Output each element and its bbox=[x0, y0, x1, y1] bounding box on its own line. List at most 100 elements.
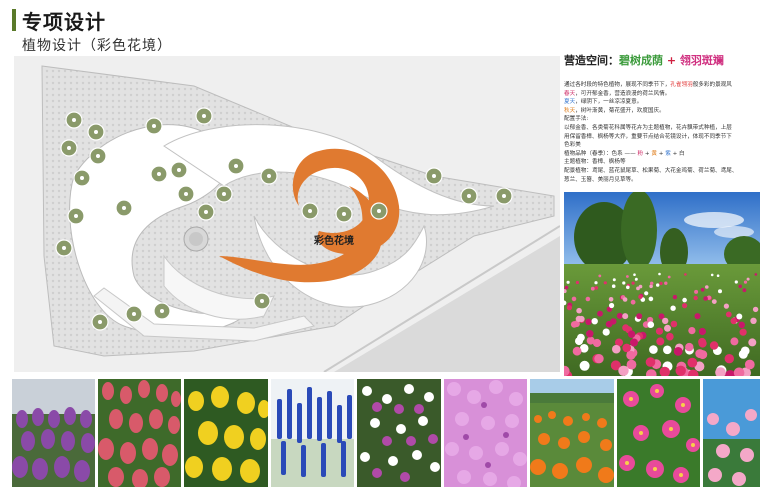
cosmos-flower bbox=[670, 305, 676, 311]
cosmos-flower bbox=[667, 275, 671, 279]
cosmos-flower bbox=[575, 315, 582, 322]
caption-plus: + bbox=[663, 54, 680, 67]
cosmos-flower bbox=[612, 344, 621, 354]
cosmos-flower bbox=[662, 317, 669, 325]
cosmos-flower bbox=[673, 347, 683, 356]
page-subtitle: 植物设计（彩色花境） bbox=[22, 38, 172, 54]
caption-body: 通过各时段的特色植物，展现不同季节下，孔雀翎羽般多彩的景观风 春天，可开郁金香，营… bbox=[564, 81, 760, 184]
cosmos-flower bbox=[610, 318, 617, 325]
cosmos-flower bbox=[575, 280, 579, 285]
cosmos-flower bbox=[687, 357, 698, 368]
caption-line: 植物品种（春季）：色系 —— 粉 + 黄 + 紫 + 白 bbox=[564, 150, 760, 159]
caption-lead: 营造空间： bbox=[564, 54, 619, 67]
cosmos-flower bbox=[656, 283, 660, 287]
pink-tulip-photo bbox=[98, 379, 181, 487]
cosmos-flower bbox=[718, 289, 722, 294]
cosmos-flower bbox=[658, 272, 661, 276]
cosmos-flower bbox=[648, 296, 654, 302]
cosmos-flower bbox=[750, 317, 757, 324]
caption-line: 以郁金香、各类菊花科属等花卉为主题植物，花卉飘带式种植，上层 bbox=[564, 124, 760, 133]
cosmos-flower bbox=[675, 365, 686, 376]
caption-line: 葱兰、玉簪、美丽月见草等。 bbox=[564, 176, 760, 185]
cosmos-flower bbox=[636, 286, 640, 291]
cosmos-flower bbox=[666, 332, 674, 341]
caption-run: 通过各时段的特色植物，展现不同季节下， bbox=[564, 82, 671, 88]
caption-line: 配景植物：鸢尾、蓝花鼠尾草、松果菊、大花金鸡菊、荷兰菊、鸢尾、 bbox=[564, 167, 760, 176]
cosmos-flower bbox=[627, 330, 636, 338]
cosmos-flower bbox=[636, 313, 643, 320]
caption-run: 配景植物：鸢尾、蓝花鼠尾草、松果菊、大花金鸡菊、荷兰菊、鸢尾、 bbox=[564, 167, 738, 174]
cosmos-flower bbox=[743, 280, 748, 284]
cosmos-meadow-photo bbox=[564, 192, 760, 376]
cosmos-flower bbox=[742, 288, 747, 293]
cosmos-flower bbox=[725, 311, 732, 318]
cosmos-flower bbox=[630, 299, 636, 305]
cosmos-flower bbox=[577, 333, 585, 342]
cosmos-flower bbox=[564, 285, 569, 290]
cosmos-flower bbox=[594, 354, 604, 364]
cosmos-flower bbox=[594, 281, 598, 285]
caption-run: 般多彩的景观风 bbox=[692, 82, 732, 88]
cosmos-flower bbox=[752, 306, 759, 313]
cosmos-flower bbox=[700, 287, 705, 292]
cosmos-flower bbox=[682, 303, 688, 309]
cosmos-flower bbox=[656, 337, 665, 346]
cosmos-flower bbox=[703, 296, 708, 301]
pink-flower-photo bbox=[617, 379, 700, 487]
cosmos-flower bbox=[594, 286, 599, 290]
cosmos-flower bbox=[622, 297, 628, 302]
caption-line: 秋天，树叶渐黄，菊花盛开，欢度国庆。 bbox=[564, 107, 760, 116]
cosmos-flower bbox=[602, 328, 610, 336]
cosmos-flower bbox=[572, 346, 582, 356]
cosmos-flower bbox=[744, 359, 755, 370]
caption-run: ，绿阴下，一丝凉凉夏意。 bbox=[575, 99, 643, 106]
caption-run: ，树叶渐黄，菊花盛开，欢度国庆。 bbox=[575, 107, 665, 114]
cosmos-flower bbox=[710, 273, 714, 277]
cosmos-flower bbox=[684, 273, 687, 276]
cosmos-flower bbox=[603, 281, 607, 285]
caption-run: 春天 bbox=[564, 90, 576, 97]
cosmos-flower bbox=[711, 299, 717, 304]
caption-line: 色彩美 bbox=[564, 141, 760, 150]
caption-line: 通过各时段的特色植物，展现不同季节下，孔雀翎羽般多彩的景观风 bbox=[564, 81, 760, 90]
cosmos-flower bbox=[591, 318, 598, 325]
cosmos-flower bbox=[626, 285, 630, 290]
cosmos-flower bbox=[647, 321, 655, 328]
cosmos-flower bbox=[579, 360, 590, 371]
yellow-tulip-photo bbox=[184, 379, 268, 487]
cosmos-flower bbox=[664, 281, 668, 285]
cosmos-flower bbox=[738, 284, 742, 289]
cosmos-flower bbox=[609, 302, 615, 309]
cosmos-flower bbox=[622, 281, 626, 285]
caption-theme-b: 翎羽斑斓 bbox=[679, 54, 724, 67]
cosmos-flower bbox=[592, 338, 602, 348]
cosmos-flower bbox=[740, 346, 750, 356]
cosmos-flower bbox=[626, 359, 637, 370]
cosmos-flower bbox=[598, 274, 602, 278]
pink-blossom-sky-photo bbox=[703, 379, 760, 487]
caption-line: 用保留香樟、枫杨等大乔，重要节点结合花镜设计，体现不同季节下 bbox=[564, 133, 760, 142]
caption-line: 春天，可开郁金香，营造浪漫的荷兰风情。 bbox=[564, 90, 760, 99]
phlox-white-purple-photo bbox=[357, 379, 441, 487]
cosmos-flower bbox=[634, 277, 638, 281]
cosmos-flower bbox=[645, 357, 656, 367]
caption-heading: 营造空间：碧树成荫 + 翎羽斑斓 bbox=[564, 52, 760, 68]
flower-border-label: 彩色花境 bbox=[313, 234, 354, 247]
cosmos-flower bbox=[736, 313, 743, 320]
purple-tulip-photo bbox=[12, 379, 95, 487]
cosmos-flower bbox=[664, 324, 671, 332]
cosmos-flower bbox=[754, 273, 758, 276]
cosmos-flower bbox=[693, 295, 698, 301]
blue-salvia-photo bbox=[271, 379, 354, 487]
cosmos-flower bbox=[698, 327, 706, 336]
page-title: 专项设计 bbox=[22, 10, 106, 34]
cosmos-flower bbox=[633, 273, 636, 276]
pink-phlox-photo bbox=[444, 379, 527, 487]
cosmos-flower bbox=[723, 303, 729, 309]
cosmos-flower bbox=[644, 291, 649, 296]
cosmos-flower bbox=[585, 318, 592, 325]
cosmos-flower bbox=[655, 327, 664, 335]
cosmos-flower bbox=[622, 313, 629, 320]
title-accent-bar bbox=[12, 9, 16, 31]
cosmos-flower bbox=[698, 337, 707, 346]
